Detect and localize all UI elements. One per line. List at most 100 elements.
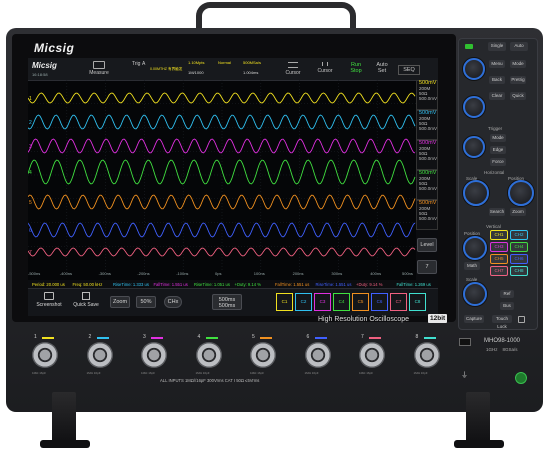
pretrig-button[interactable]: Pretrig: [510, 76, 526, 84]
channel-status-ch3[interactable]: C3: [314, 293, 331, 311]
channel-status-ch6[interactable]: C6: [371, 293, 388, 311]
channel-label-ch5[interactable]: 500mV 200M 50Ω 500.0mV: [416, 200, 438, 230]
channel-marker[interactable]: 4: [29, 170, 32, 176]
horizontal-position-knob[interactable]: [508, 180, 534, 206]
bnc-input-ch6[interactable]: [304, 342, 331, 368]
channel-marker[interactable]: 1: [29, 96, 32, 102]
bnc-color-bar: [369, 337, 381, 339]
panel-button-ch4[interactable]: CH4: [510, 242, 528, 252]
timebase-readout[interactable]: 500ms 500ms: [212, 294, 242, 310]
display-screen[interactable]: Micsig 16:18:58 Measure Trig A 0.00MTHZ …: [28, 58, 438, 316]
bnc-color-bar: [96, 337, 109, 339]
panel-button-ch7[interactable]: CH7: [490, 266, 508, 276]
menu-button[interactable]: Menu: [489, 60, 505, 68]
channel-status-ch5[interactable]: C5: [352, 293, 369, 311]
channel-marker[interactable]: 6: [29, 228, 32, 234]
horizontal-scale-label: Scale: [466, 176, 478, 181]
waveform-ch6: [28, 222, 416, 238]
clear-button[interactable]: Clear: [489, 92, 505, 100]
acquisition-info[interactable]: 1.10Mpts Normal 500MSa/s 1M/1000 1.004ms: [188, 58, 278, 80]
vertical-scale-knob[interactable]: [463, 282, 487, 306]
channel-label-ch3[interactable]: 500mV 200M 50Ω 500.0mV: [416, 140, 438, 170]
waveform-area[interactable]: 1 2 3 4 5 6 7: [28, 80, 416, 270]
channel-marker[interactable]: 2: [29, 120, 32, 126]
measure-button[interactable]: Measure: [84, 58, 114, 80]
single-button[interactable]: Single: [488, 42, 506, 51]
mode-button[interactable]: Mode: [510, 60, 526, 68]
measurement-item[interactable]: FallTime: 1.551 us: [154, 282, 188, 287]
measurement-item[interactable]: Period: 20.000 us: [32, 282, 65, 287]
channel-status-ch7[interactable]: C7: [390, 293, 407, 311]
side-button-7[interactable]: 7: [417, 260, 437, 274]
measurement-item[interactable]: Freq: 50.00 kHz: [73, 282, 103, 287]
bnc-input-ch8[interactable]: [413, 342, 440, 368]
measurement-item[interactable]: RiseTime: 1.551 us: [316, 282, 352, 287]
seq-button[interactable]: SEQ: [398, 58, 420, 80]
bus-button[interactable]: Bus: [500, 302, 514, 310]
auto-button[interactable]: Auto: [510, 42, 528, 51]
screenshot-button[interactable]: Screenshot: [34, 292, 64, 308]
quick-button[interactable]: Quick: [510, 92, 526, 100]
bnc-input-ch2[interactable]: [86, 342, 113, 368]
multipurpose-knob-a[interactable]: [463, 58, 485, 80]
channel-status-ch4[interactable]: C4: [333, 293, 350, 311]
channel-label-ch2[interactable]: 500mV 200M 50Ω 500.0mV: [416, 110, 438, 140]
trig-description: 0.00MTHZ 有界触发: [150, 67, 183, 71]
cursor-button-1[interactable]: Cursor: [278, 58, 308, 80]
zoom-button[interactable]: Zoom: [110, 296, 130, 308]
search-button[interactable]: Search: [489, 208, 505, 216]
bnc-color-bar: [42, 337, 54, 339]
cursor-button-2[interactable]: Cursor: [310, 58, 340, 80]
vertical-position-knob[interactable]: [463, 236, 487, 260]
channel-marker[interactable]: 7: [29, 250, 32, 256]
auto-set-button[interactable]: Auto Set: [370, 58, 394, 80]
waveform-ch2: [28, 114, 416, 130]
bnc-input-ch5[interactable]: [250, 342, 276, 368]
trigger-edge-button[interactable]: Edge: [490, 146, 506, 154]
measurement-item[interactable]: FallTime: 1.269 us: [397, 282, 431, 287]
channel-setting: 500.0mV: [419, 216, 438, 221]
panel-button-ch8[interactable]: CH8: [510, 266, 528, 276]
zoom-hw-button[interactable]: Zoom: [510, 208, 526, 216]
channel-status-ch8[interactable]: C8: [409, 293, 426, 311]
measurement-item[interactable]: FallTime: 1.551 us: [275, 282, 309, 287]
panel-button-ch2[interactable]: CH2: [510, 230, 528, 240]
chx-button[interactable]: CHx: [164, 296, 182, 308]
bnc-input-ch3[interactable]: [141, 342, 167, 368]
run-stop-button[interactable]: Run Stop: [344, 58, 368, 80]
bnc-input-ch7[interactable]: [359, 342, 385, 368]
multipurpose-knob-b[interactable]: [463, 96, 485, 118]
trigger-mode-button[interactable]: Mode: [490, 134, 506, 142]
side-button-level[interactable]: Level: [417, 238, 437, 252]
trigger-level-knob[interactable]: [463, 136, 485, 158]
bnc-input-ch1[interactable]: [32, 342, 58, 368]
touch-lock-button[interactable]: Touch Lock: [492, 315, 512, 329]
trigger-info[interactable]: Trig A 0.00MTHZ 有界触发: [132, 58, 192, 80]
power-button[interactable]: [515, 372, 527, 384]
trigger-force-button[interactable]: Force: [490, 158, 506, 166]
panel-button-ch6[interactable]: CH6: [510, 254, 528, 264]
usb-port[interactable]: [459, 338, 471, 346]
bnc-input-ch4[interactable]: [195, 342, 222, 368]
measurement-item[interactable]: +Duty: 9.14 %: [356, 282, 382, 287]
time-tick: 200ns: [292, 271, 304, 276]
math-button[interactable]: Math: [464, 262, 480, 270]
panel-button-ch3[interactable]: CH3: [490, 242, 508, 252]
channel-label-ch1[interactable]: 500mV 200M 50Ω 500.0mV: [416, 80, 438, 110]
quick-save-button[interactable]: Quick Save: [70, 292, 102, 308]
panel-button-ch1[interactable]: CH1: [490, 230, 508, 240]
measurement-item[interactable]: RiseTime: 1.333 us: [113, 282, 149, 287]
horizontal-scale-knob[interactable]: [463, 180, 489, 206]
channel-label-ch4[interactable]: 500mV 200M 50Ω 500.0mV: [416, 170, 438, 200]
back-button[interactable]: Back: [489, 76, 505, 84]
capture-button[interactable]: Capture: [464, 315, 484, 323]
channel-status-ch1[interactable]: C1: [276, 293, 293, 311]
measurement-item[interactable]: +Duty: 9.14 %: [235, 282, 261, 287]
channel-status-ch2[interactable]: C2: [295, 293, 312, 311]
percent-button[interactable]: 50%: [136, 296, 156, 308]
channel-marker[interactable]: 3: [29, 144, 32, 150]
panel-button-ch5[interactable]: CH5: [490, 254, 508, 264]
ref-button[interactable]: Ref: [500, 290, 514, 298]
channel-marker[interactable]: 5: [29, 200, 32, 206]
measurement-item[interactable]: RiseTime: 1.051 us: [194, 282, 230, 287]
